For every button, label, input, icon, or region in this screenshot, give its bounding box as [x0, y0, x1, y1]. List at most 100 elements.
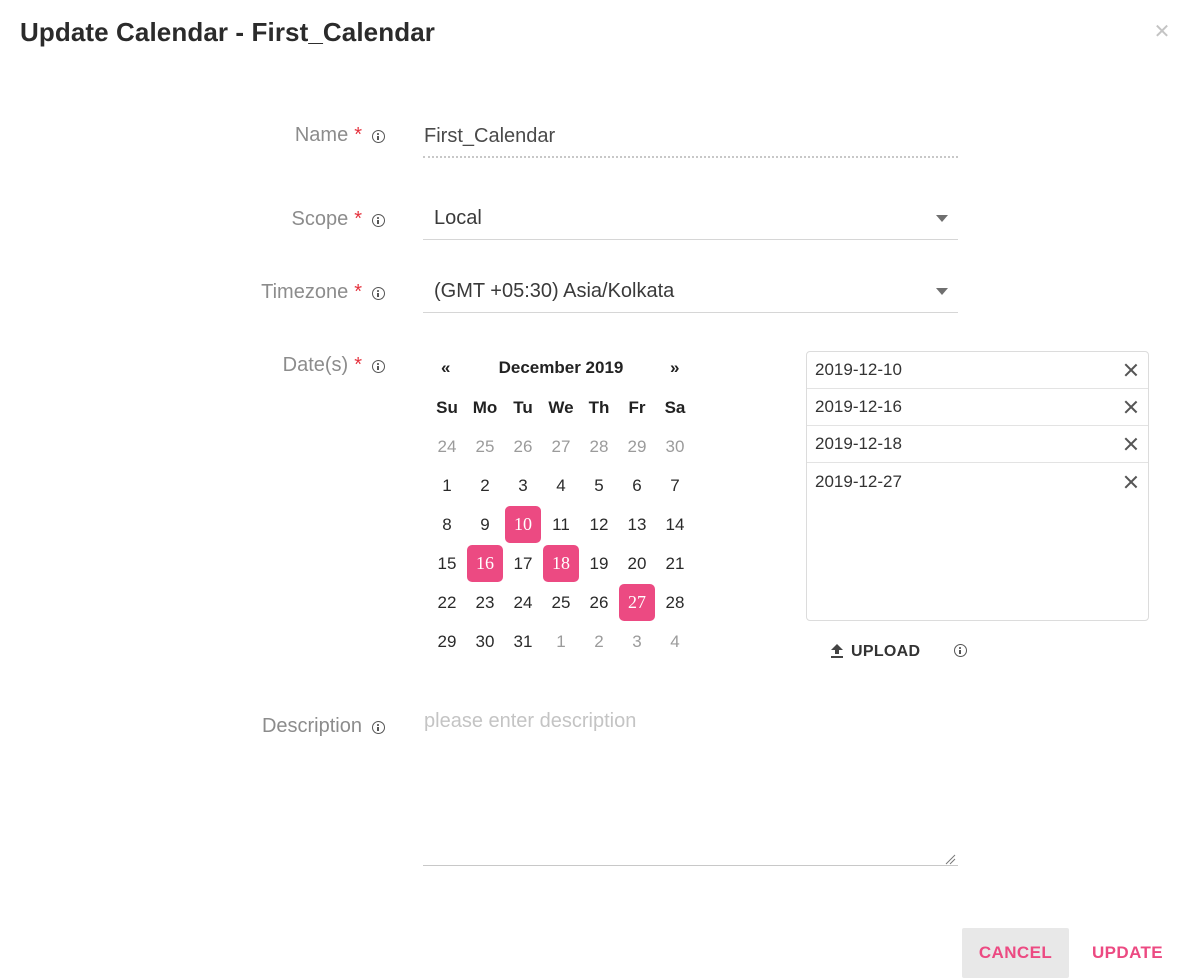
selected-date-item: 2019-12-18: [807, 426, 1148, 463]
close-icon[interactable]: ✕: [1152, 22, 1172, 42]
calendar-day[interactable]: 3: [504, 466, 542, 505]
selected-date-text: 2019-12-27: [815, 471, 902, 491]
calendar-day[interactable]: 2: [580, 622, 618, 661]
upload-icon: [830, 644, 844, 660]
description-label: Description: [261, 715, 362, 737]
calendar-day[interactable]: 7: [656, 466, 694, 505]
selected-date-item: 2019-12-27: [807, 463, 1148, 500]
calendar-day[interactable]: 15: [428, 544, 466, 583]
update-button[interactable]: UPDATE: [1085, 928, 1170, 978]
calendar-day[interactable]: 12: [580, 505, 618, 544]
calendar-prev-button[interactable]: «: [441, 358, 450, 378]
name-label-row: Name *: [295, 124, 385, 147]
dates-label: Date(s): [282, 354, 349, 376]
caret-down-icon: [936, 288, 948, 295]
calendar-day[interactable]: 28: [656, 583, 694, 622]
required-mark: *: [354, 124, 362, 146]
calendar-day[interactable]: 5: [580, 466, 618, 505]
calendar-day[interactable]: 30: [466, 622, 504, 661]
dates-label-row: Date(s) *: [283, 354, 385, 377]
calendar-day[interactable]: 29: [428, 622, 466, 661]
remove-date-icon[interactable]: [1124, 400, 1138, 414]
required-mark: *: [354, 281, 362, 303]
scope-value: Local: [434, 207, 482, 229]
calendar-day[interactable]: 23: [466, 583, 504, 622]
cancel-button[interactable]: CANCEL: [962, 928, 1069, 978]
info-icon[interactable]: [372, 214, 385, 227]
calendar-day[interactable]: 30: [656, 427, 694, 466]
calendar-day[interactable]: 31: [504, 622, 542, 661]
caret-down-icon: [936, 215, 948, 222]
calendar-day[interactable]: 1: [542, 622, 580, 661]
calendar-day[interactable]: 25: [466, 427, 504, 466]
weekday-header: Tu: [513, 397, 533, 417]
scope-select[interactable]: Local: [423, 198, 958, 240]
calendar-day[interactable]: 26: [580, 583, 618, 622]
calendar-day[interactable]: 20: [618, 544, 656, 583]
resize-handle-icon[interactable]: [944, 853, 956, 865]
scope-label: Scope: [291, 208, 349, 230]
upload-label: UPLOAD: [851, 643, 921, 660]
calendar-day[interactable]: 24: [428, 427, 466, 466]
calendar-day[interactable]: 28: [580, 427, 618, 466]
calendar-day[interactable]: 19: [580, 544, 618, 583]
description-textarea[interactable]: [423, 706, 958, 866]
timezone-select[interactable]: (GMT +05:30) Asia/Kolkata: [423, 271, 958, 313]
name-label: Name: [294, 124, 349, 146]
info-icon[interactable]: [954, 644, 967, 657]
calendar-day[interactable]: 8: [428, 505, 466, 544]
calendar-day[interactable]: 11: [542, 505, 580, 544]
calendar-day[interactable]: 29: [618, 427, 656, 466]
calendar-day[interactable]: 6: [618, 466, 656, 505]
calendar-month-label[interactable]: December 2019: [480, 358, 642, 378]
calendar-day[interactable]: 1: [428, 466, 466, 505]
calendar-day[interactable]: 3: [618, 622, 656, 661]
selected-date-item: 2019-12-16: [807, 389, 1148, 426]
calendar-day[interactable]: 13: [618, 505, 656, 544]
description-label-row: Description: [262, 715, 385, 738]
calendar-day[interactable]: 27: [542, 427, 580, 466]
weekday-header: Mo: [472, 397, 498, 417]
info-icon[interactable]: [372, 130, 385, 143]
timezone-label: Timezone: [261, 281, 349, 303]
info-icon[interactable]: [372, 721, 385, 734]
name-input[interactable]: [423, 116, 958, 158]
calendar-day[interactable]: 21: [656, 544, 694, 583]
calendar-next-button[interactable]: »: [670, 358, 679, 378]
selected-date-text: 2019-12-18: [815, 434, 902, 453]
calendar-day[interactable]: 9: [466, 505, 504, 544]
calendar-day-selected[interactable]: 18: [543, 545, 579, 582]
dialog-title: Update Calendar - First_Calendar: [20, 17, 435, 47]
calendar-day-selected[interactable]: 10: [505, 506, 541, 543]
remove-date-icon[interactable]: [1124, 363, 1138, 377]
calendar-day[interactable]: 14: [656, 505, 694, 544]
timezone-label-row: Timezone *: [261, 281, 385, 304]
remove-date-icon[interactable]: [1124, 475, 1138, 489]
weekday-header: Su: [436, 397, 458, 417]
calendar-day[interactable]: 25: [542, 583, 580, 622]
weekday-header: Th: [588, 397, 610, 417]
calendar-grid: Su Mo Tu We Th Fr Sa 24 25 26 27 28 29 30 1 2 3 4 5 6 7 8 9 10 1…: [428, 388, 694, 661]
calendar-day-selected[interactable]: 27: [619, 584, 655, 621]
selected-date-item: 2019-12-10: [807, 352, 1148, 389]
required-mark: *: [354, 354, 362, 376]
calendar-day-selected[interactable]: 16: [467, 545, 503, 582]
remove-date-icon[interactable]: [1124, 437, 1138, 451]
calendar-day[interactable]: 22: [428, 583, 466, 622]
weekday-header: Fr: [628, 397, 646, 417]
calendar-day[interactable]: 4: [542, 466, 580, 505]
selected-dates-list: 2019-12-10 2019-12-16 2019-12-18 2019-12-27: [806, 351, 1149, 621]
upload-button[interactable]: UPLOAD: [830, 640, 920, 664]
required-mark: *: [354, 208, 362, 230]
calendar-day[interactable]: 26: [504, 427, 542, 466]
weekday-header: We: [548, 397, 574, 417]
scope-label-row: Scope *: [291, 208, 385, 231]
calendar-day[interactable]: 24: [504, 583, 542, 622]
info-icon[interactable]: [372, 360, 385, 373]
weekday-header: Sa: [664, 397, 686, 417]
calendar-day[interactable]: 2: [466, 466, 504, 505]
selected-date-text: 2019-12-10: [815, 360, 902, 379]
info-icon[interactable]: [372, 287, 385, 300]
calendar-day[interactable]: 17: [504, 544, 542, 583]
calendar-day[interactable]: 4: [656, 622, 694, 661]
